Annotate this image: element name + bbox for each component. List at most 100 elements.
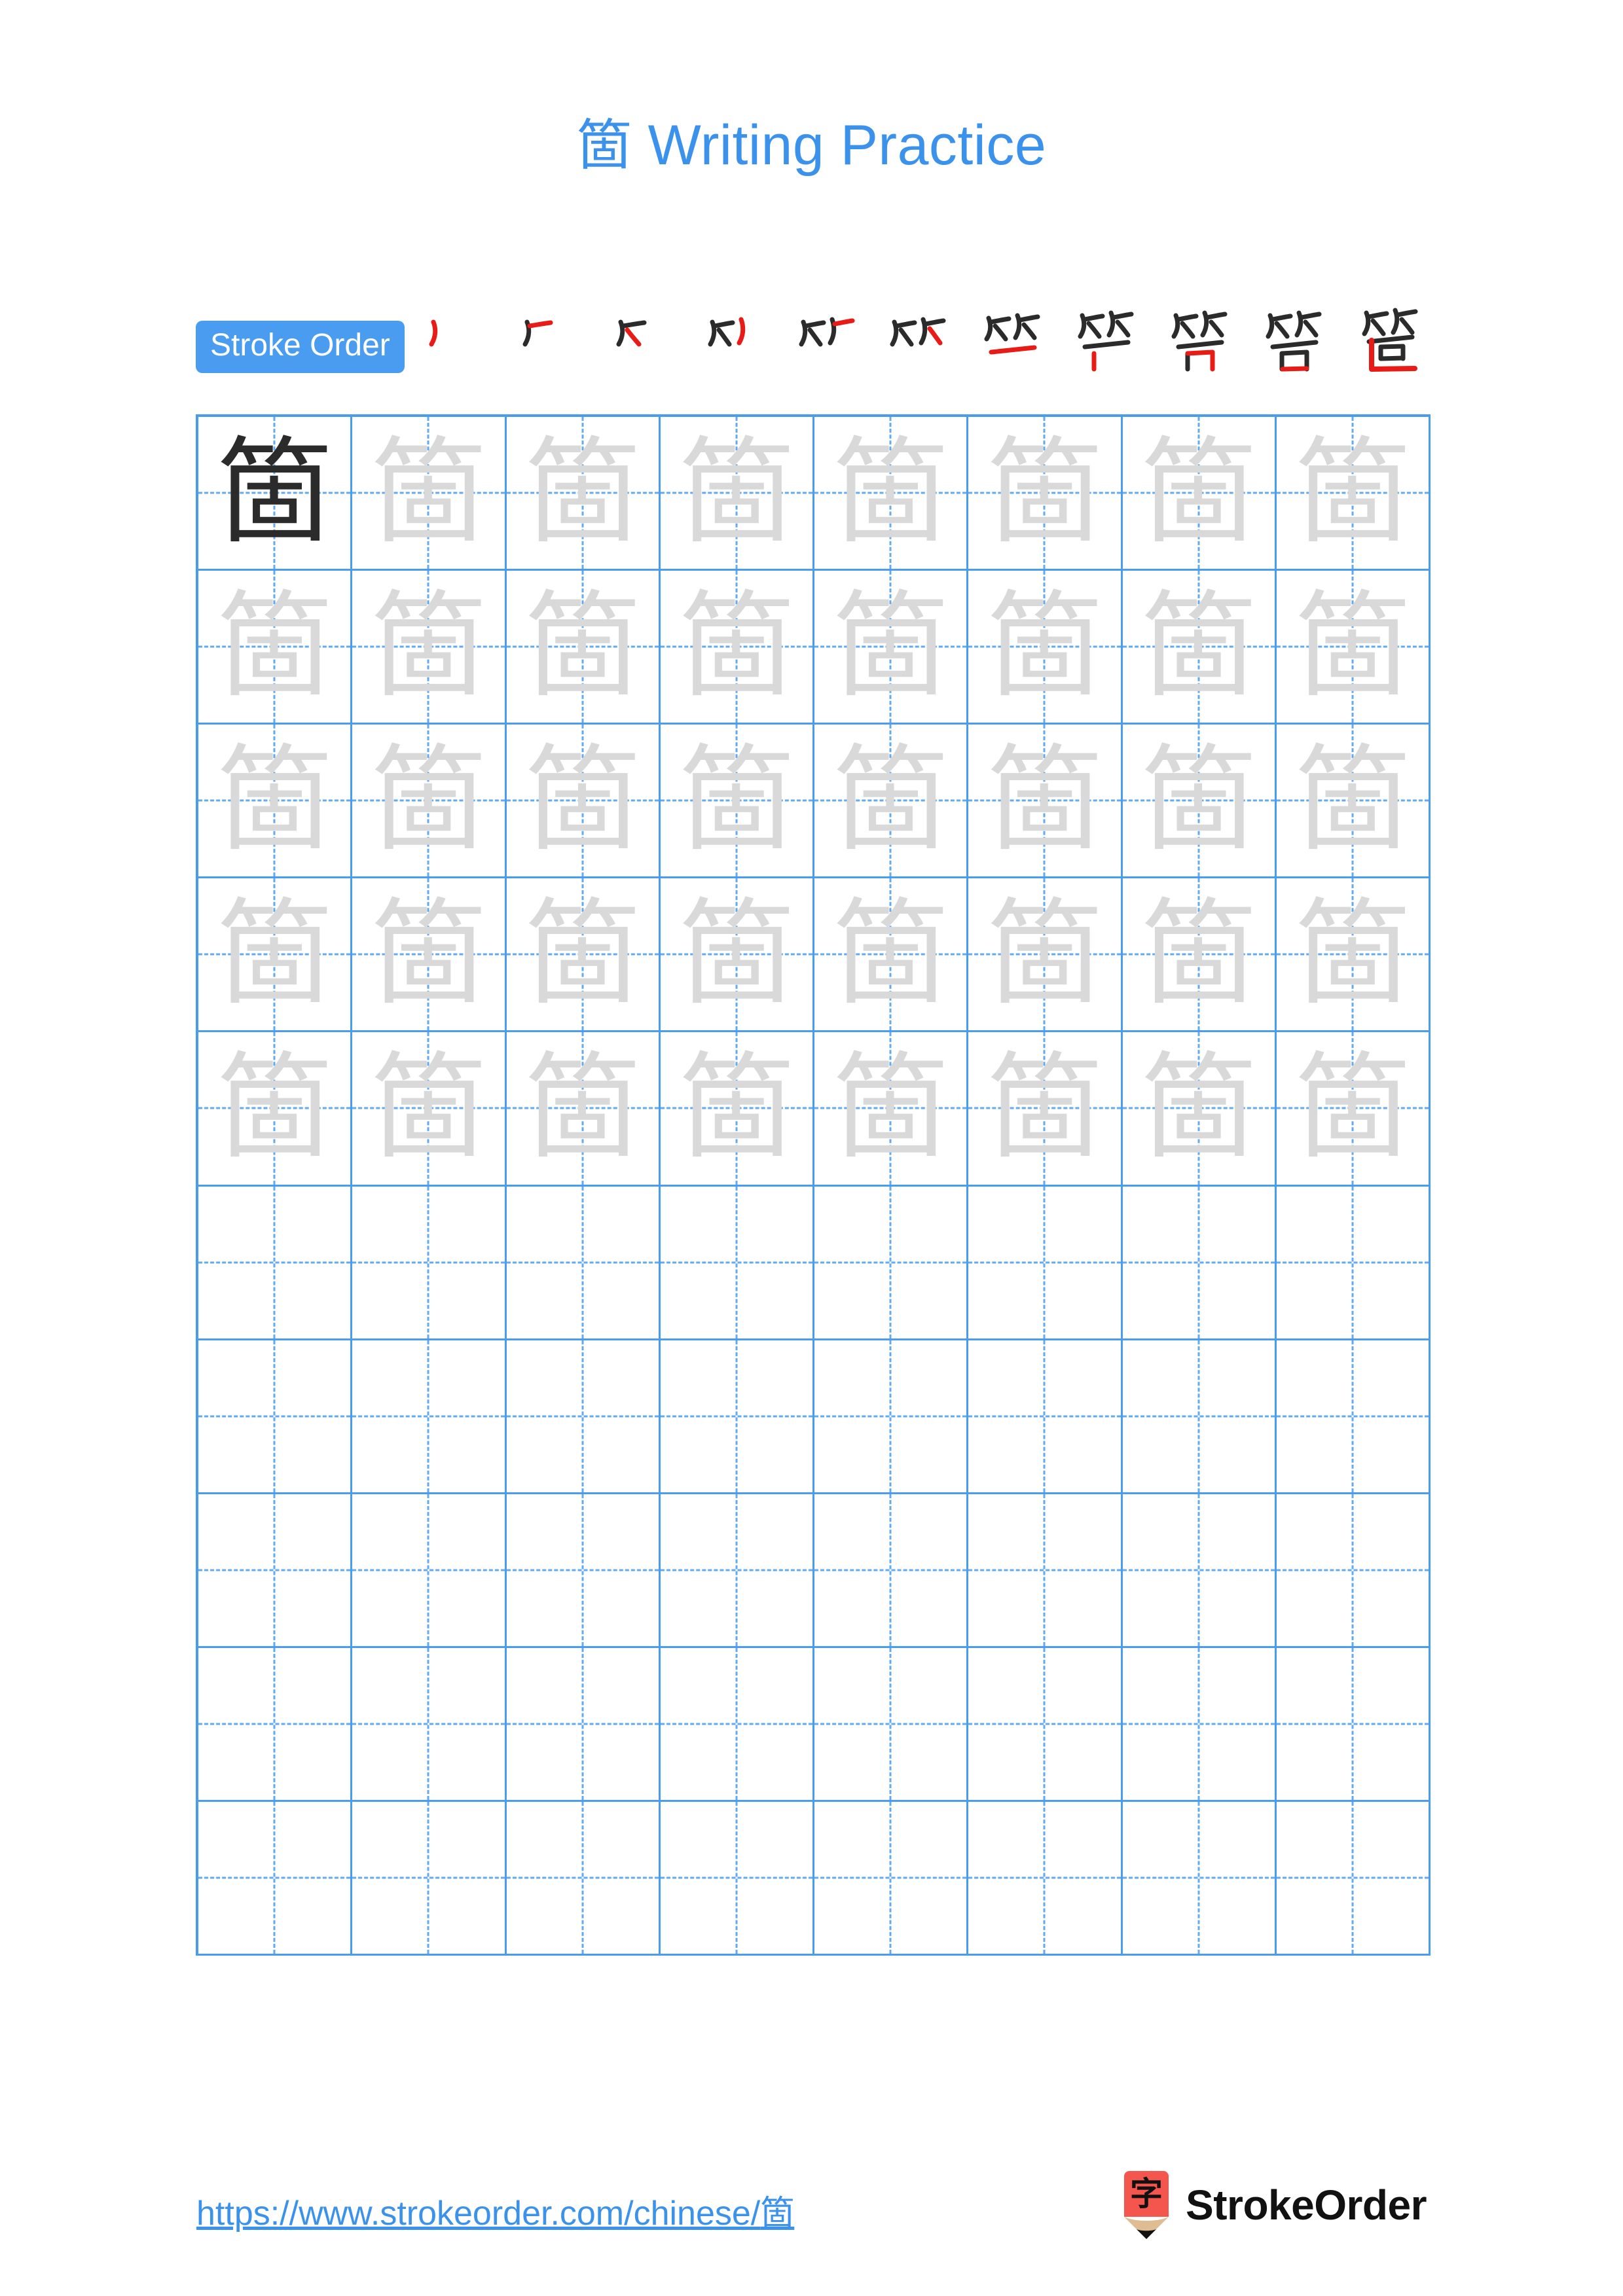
- practice-cell[interactable]: [1122, 1340, 1277, 1494]
- trace-character: 箇: [371, 579, 486, 714]
- practice-cell[interactable]: [660, 1494, 814, 1648]
- practice-cell[interactable]: 箇: [198, 1032, 353, 1187]
- practice-cell[interactable]: [352, 1340, 507, 1494]
- stroke-order-steps: [405, 304, 1433, 374]
- practice-cell[interactable]: 箇: [198, 878, 353, 1033]
- practice-cell[interactable]: 箇: [660, 417, 814, 571]
- practice-cell[interactable]: [198, 1801, 353, 1956]
- stroke-step-7: [977, 304, 1054, 374]
- practice-cell[interactable]: [1276, 1801, 1431, 1956]
- practice-cell[interactable]: 箇: [1276, 417, 1431, 571]
- practice-cell[interactable]: [814, 1340, 969, 1494]
- practice-cell[interactable]: 箇: [506, 1032, 661, 1187]
- trace-character: 箇: [1140, 579, 1256, 714]
- practice-cell[interactable]: 箇: [814, 725, 969, 879]
- practice-cell[interactable]: 箇: [352, 878, 507, 1033]
- practice-cell[interactable]: 箇: [1122, 571, 1277, 725]
- practice-cell[interactable]: [814, 1186, 969, 1340]
- practice-cell[interactable]: [1276, 1647, 1431, 1802]
- page-title-character: 箇: [576, 113, 632, 177]
- practice-cell[interactable]: 箇: [198, 725, 353, 879]
- practice-cell[interactable]: [814, 1647, 969, 1802]
- practice-cell[interactable]: [1276, 1340, 1431, 1494]
- practice-cell[interactable]: [1122, 1801, 1277, 1956]
- trace-character: 箇: [217, 579, 333, 714]
- practice-cell[interactable]: [814, 1801, 969, 1956]
- practice-cell[interactable]: 箇: [198, 571, 353, 725]
- practice-cell[interactable]: 箇: [352, 1032, 507, 1187]
- practice-cell[interactable]: [506, 1494, 661, 1648]
- practice-cell[interactable]: [660, 1340, 814, 1494]
- trace-character: 箇: [524, 425, 640, 560]
- practice-cell[interactable]: [968, 1801, 1123, 1956]
- practice-cell[interactable]: 箇: [968, 417, 1123, 571]
- practice-cell[interactable]: [506, 1801, 661, 1956]
- practice-cell[interactable]: [968, 1494, 1123, 1648]
- practice-cell[interactable]: [506, 1647, 661, 1802]
- practice-cell[interactable]: 箇: [814, 571, 969, 725]
- practice-cell[interactable]: [352, 1801, 507, 1956]
- practice-cell[interactable]: 箇: [968, 571, 1123, 725]
- practice-cell[interactable]: 箇: [660, 1032, 814, 1187]
- practice-cell[interactable]: [660, 1801, 814, 1956]
- practice-cell[interactable]: [198, 1647, 353, 1802]
- practice-cell[interactable]: 箇: [506, 571, 661, 725]
- stroke-step-9: [1164, 304, 1241, 374]
- practice-cell[interactable]: [198, 1186, 353, 1340]
- trace-character: 箇: [371, 425, 486, 560]
- practice-cell[interactable]: 箇: [1122, 725, 1277, 879]
- logo-character: 字: [1130, 2175, 1163, 2213]
- practice-cell[interactable]: [1122, 1186, 1277, 1340]
- practice-cell[interactable]: [1122, 1494, 1277, 1648]
- practice-cell[interactable]: [660, 1186, 814, 1340]
- source-url-link[interactable]: https://www.strokeorder.com/chinese/箇: [196, 2185, 794, 2234]
- practice-cell[interactable]: 箇: [506, 417, 661, 571]
- stroke-step-5-glyph: [799, 317, 855, 347]
- trace-character: 箇: [524, 733, 640, 868]
- practice-cell[interactable]: [814, 1494, 969, 1648]
- practice-cell[interactable]: [198, 1494, 353, 1648]
- practice-cell[interactable]: 箇: [506, 878, 661, 1033]
- practice-cell[interactable]: 箇: [1276, 878, 1431, 1033]
- practice-cell[interactable]: [506, 1186, 661, 1340]
- practice-cell[interactable]: 箇: [968, 725, 1123, 879]
- stroke-step-3-glyph: [616, 319, 647, 347]
- trace-character: 箇: [833, 1041, 949, 1175]
- practice-cell[interactable]: 箇: [352, 417, 507, 571]
- practice-cell[interactable]: 箇: [198, 417, 353, 571]
- practice-cell[interactable]: [1276, 1186, 1431, 1340]
- practice-cell[interactable]: 箇: [814, 878, 969, 1033]
- practice-cell[interactable]: 箇: [660, 571, 814, 725]
- practice-cell[interactable]: 箇: [1276, 571, 1431, 725]
- practice-cell[interactable]: [352, 1186, 507, 1340]
- practice-cell[interactable]: [506, 1340, 661, 1494]
- practice-cell[interactable]: 箇: [968, 1032, 1123, 1187]
- practice-cell[interactable]: 箇: [1122, 1032, 1277, 1187]
- practice-cell[interactable]: 箇: [1122, 417, 1277, 571]
- practice-cell[interactable]: [352, 1647, 507, 1802]
- trace-character: 箇: [678, 887, 794, 1022]
- practice-cell[interactable]: [352, 1494, 507, 1648]
- practice-cell[interactable]: 箇: [968, 878, 1123, 1033]
- practice-cell[interactable]: 箇: [814, 1032, 969, 1187]
- practice-cell[interactable]: [198, 1340, 353, 1494]
- practice-cell[interactable]: 箇: [814, 417, 969, 571]
- stroke-step-9-glyph: [1171, 310, 1228, 372]
- practice-cell[interactable]: [1122, 1647, 1277, 1802]
- practice-cell[interactable]: 箇: [1122, 878, 1277, 1033]
- practice-cell[interactable]: 箇: [352, 571, 507, 725]
- stroke-order-badge: Stroke Order: [196, 321, 405, 373]
- practice-cell[interactable]: 箇: [1276, 725, 1431, 879]
- practice-cell[interactable]: [968, 1340, 1123, 1494]
- practice-cell[interactable]: [968, 1647, 1123, 1802]
- practice-cell[interactable]: 箇: [660, 878, 814, 1033]
- practice-cell[interactable]: [1276, 1494, 1431, 1648]
- practice-cell[interactable]: 箇: [660, 725, 814, 879]
- practice-cell[interactable]: 箇: [352, 725, 507, 879]
- practice-cell[interactable]: 箇: [1276, 1032, 1431, 1187]
- trace-character: 箇: [371, 1041, 486, 1175]
- practice-cell[interactable]: [968, 1186, 1123, 1340]
- practice-cell[interactable]: 箇: [506, 725, 661, 879]
- practice-cell[interactable]: [660, 1647, 814, 1802]
- trace-character: 箇: [678, 733, 794, 868]
